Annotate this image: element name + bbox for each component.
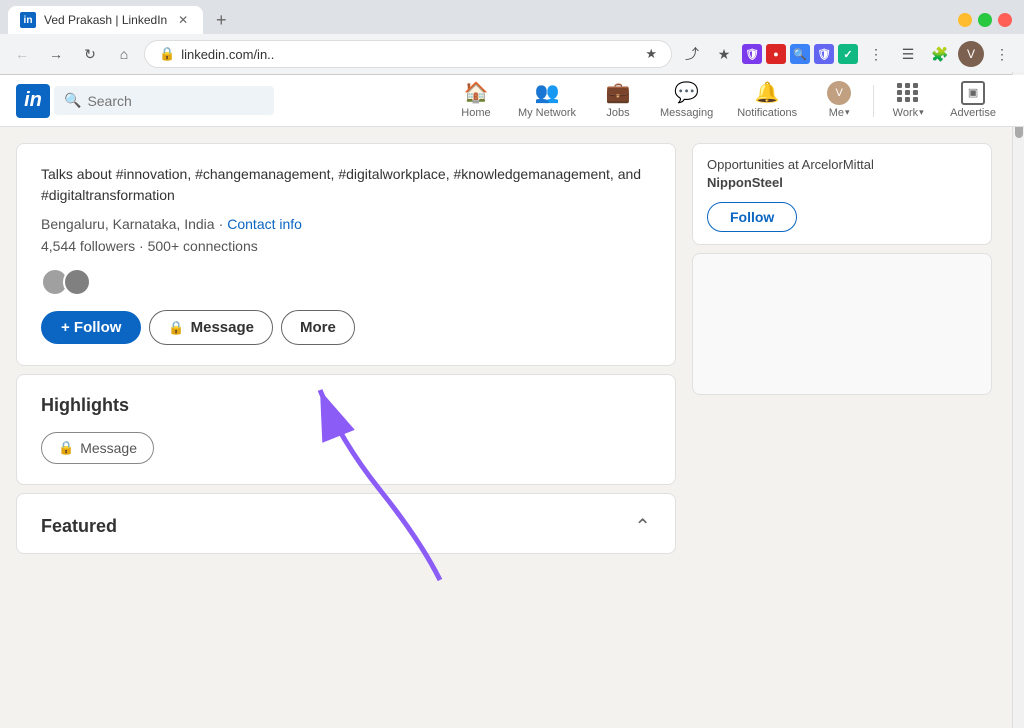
advertise-icon: ▣: [961, 81, 985, 105]
nav-network-label: My Network: [518, 107, 576, 119]
browser-actions: ⤴ ★ 🛡 ● 🔍 🛡 ✓ ⋮ ☰ 🧩 V ⋮: [678, 40, 1016, 68]
message-button-label: Message: [191, 319, 254, 336]
right-panel-follow-btn[interactable]: Follow: [707, 202, 797, 232]
message-button[interactable]: 🔒 Message: [149, 310, 273, 345]
work-icon: [896, 81, 920, 105]
profile-connections: [41, 268, 651, 296]
ext-icon-2[interactable]: 🔍: [790, 44, 810, 64]
right-panel-card-2: [692, 253, 992, 395]
contact-info-link[interactable]: Contact info: [227, 216, 302, 232]
extensions-btn[interactable]: 🧩: [926, 40, 954, 68]
highlights-card: Highlights 🔒 Message: [16, 374, 676, 485]
profile-actions: + Follow 🔒 Message More: [41, 310, 651, 345]
window-maximize-btn[interactable]: [978, 13, 992, 27]
profile-stats: 4,544 followers · 500+ connections: [41, 238, 651, 254]
tab-close-btn[interactable]: ✕: [175, 12, 191, 28]
right-card-empty: [693, 254, 991, 394]
ext-icon-4[interactable]: ✓: [838, 44, 858, 64]
browser-avatar[interactable]: V: [958, 41, 984, 67]
message-lock-icon: 🔒: [168, 320, 184, 336]
new-tab-btn[interactable]: +: [207, 6, 235, 34]
nav-notifications-label: Notifications: [737, 107, 797, 119]
page-wrapper: in Ved Prakash | LinkedIn ✕ + ← → ↻ ⌂ 🔒 …: [0, 0, 1024, 728]
nav-divider: [873, 85, 874, 117]
home-icon: 🏠: [464, 81, 488, 105]
linkedin-favicon: in: [20, 12, 36, 28]
search-input[interactable]: [87, 93, 264, 109]
tab-title: Ved Prakash | LinkedIn: [44, 13, 167, 27]
profile-bio: Talks about #innovation, #changemanageme…: [41, 164, 651, 206]
browser-titlebar: in Ved Prakash | LinkedIn ✕ +: [0, 0, 1024, 34]
profile-card: Talks about #innovation, #changemanageme…: [16, 143, 676, 366]
nav-search-bar[interactable]: 🔍: [54, 86, 274, 115]
notifications-icon: 🔔: [755, 81, 779, 105]
right-card-title: NipponSteel: [707, 175, 783, 190]
nav-advertise-label: Advertise: [950, 107, 996, 119]
refresh-btn[interactable]: ↻: [76, 40, 104, 68]
linkedin-navbar: in 🔍 🏠 Home 👥 My Network 💼: [0, 75, 1024, 127]
work-chevron-icon: ▾: [919, 107, 924, 118]
profile-location: Bengaluru, Karnataka, India · Contact in…: [41, 216, 651, 232]
nav-items: 🏠 Home 👥 My Network 💼 Jobs 💬 Messaging: [446, 75, 1008, 127]
bookmark-btn[interactable]: ★: [710, 40, 738, 68]
featured-card: Featured ⌃: [16, 493, 676, 554]
sidebar-btn[interactable]: ☰: [894, 40, 922, 68]
nav-work-label: Work: [893, 107, 918, 119]
forward-btn[interactable]: →: [42, 40, 70, 68]
linkedin-app: in 🔍 🏠 Home 👥 My Network 💼: [0, 75, 1024, 728]
featured-chevron-icon[interactable]: ⌃: [634, 514, 651, 539]
highlights-message-btn[interactable]: 🔒 Message: [41, 432, 154, 464]
ext-icon-3[interactable]: 🛡: [814, 44, 834, 64]
network-icon: 👥: [535, 81, 559, 105]
main-content: Talks about #innovation, #changemanageme…: [0, 127, 1024, 728]
right-card-text-1: Opportunities at ArcelorMittal NipponSte…: [707, 156, 977, 192]
more-button[interactable]: More: [281, 310, 355, 345]
nav-item-me[interactable]: V Me ▾: [809, 75, 869, 127]
nav-item-advertise[interactable]: ▣ Advertise: [938, 75, 1008, 127]
scrollbar-track: [1012, 72, 1024, 728]
browser-tab-active[interactable]: in Ved Prakash | LinkedIn ✕: [8, 6, 203, 34]
ext-red-icon[interactable]: ●: [766, 44, 786, 64]
location-separator: ·: [219, 216, 224, 232]
me-avatar: V: [827, 81, 851, 105]
nav-item-work[interactable]: Work ▾: [878, 75, 938, 127]
nav-item-jobs[interactable]: 💼 Jobs: [588, 75, 648, 127]
search-icon: 🔍: [64, 92, 81, 109]
content-right: Opportunities at ArcelorMittal NipponSte…: [692, 143, 992, 715]
right-panel-card-1: Opportunities at ArcelorMittal NipponSte…: [692, 143, 992, 245]
connection-avatar-2: [63, 268, 91, 296]
address-bar[interactable]: 🔒 linkedin.com/in.. ★: [144, 40, 672, 68]
browser-chrome: in Ved Prakash | LinkedIn ✕ + ← → ↻ ⌂ 🔒 …: [0, 0, 1024, 75]
url-text: linkedin.com/in..: [181, 47, 639, 62]
me-chevron-icon: ▾: [845, 107, 850, 118]
browser-controls: ← → ↻ ⌂ 🔒 linkedin.com/in.. ★ ⤴ ★ 🛡 ● 🔍 …: [0, 34, 1024, 75]
window-minimize-btn[interactable]: [958, 13, 972, 27]
settings-btn[interactable]: ⋮: [862, 40, 890, 68]
highlights-title: Highlights: [41, 395, 651, 416]
nav-me-label: Me: [829, 107, 844, 119]
nav-item-network[interactable]: 👥 My Network: [506, 75, 588, 127]
browser-menu-btn[interactable]: ⋮: [988, 40, 1016, 68]
highlights-lock-icon: 🔒: [58, 440, 74, 456]
linkedin-logo[interactable]: in: [16, 84, 50, 118]
follow-button[interactable]: + Follow: [41, 311, 141, 344]
nav-item-notifications[interactable]: 🔔 Notifications: [725, 75, 809, 127]
jobs-icon: 💼: [606, 81, 630, 105]
nav-jobs-label: Jobs: [606, 107, 629, 119]
nav-item-messaging[interactable]: 💬 Messaging: [648, 75, 725, 127]
window-close-btn[interactable]: [998, 13, 1012, 27]
messaging-icon: 💬: [675, 81, 699, 105]
highlights-message-label: Message: [80, 440, 137, 456]
content-left: Talks about #innovation, #changemanageme…: [16, 143, 676, 715]
home-btn[interactable]: ⌂: [110, 40, 138, 68]
right-card-1-content: Opportunities at ArcelorMittal NipponSte…: [693, 144, 991, 244]
nav-home-label: Home: [461, 107, 490, 119]
location-text: Bengaluru, Karnataka, India: [41, 216, 215, 232]
back-btn[interactable]: ←: [8, 40, 36, 68]
ext-shield-icon[interactable]: 🛡: [742, 44, 762, 64]
nav-item-home[interactable]: 🏠 Home: [446, 75, 506, 127]
nav-messaging-label: Messaging: [660, 107, 713, 119]
featured-title: Featured: [41, 516, 117, 537]
share-btn[interactable]: ⤴: [678, 40, 706, 68]
